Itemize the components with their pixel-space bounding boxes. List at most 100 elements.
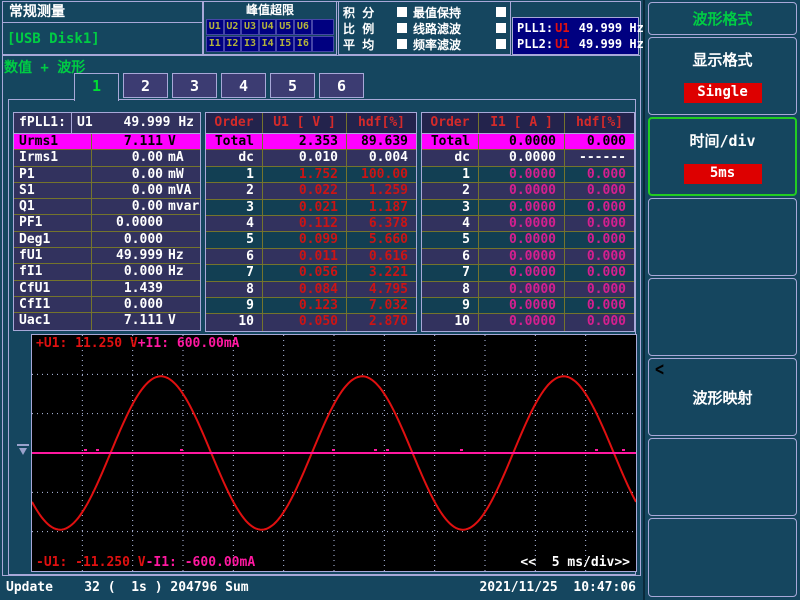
toggle-checkbox[interactable] — [397, 39, 407, 49]
order-cell: 3 — [422, 200, 478, 215]
harmonics-row: 20.0221.259 — [206, 183, 416, 199]
toggle-checkbox[interactable] — [496, 39, 506, 49]
peak-row-u: U1U2U3U4U5U6 — [206, 19, 334, 35]
harmonics-row: 50.0995.660 — [206, 232, 416, 248]
toggle-checkbox[interactable] — [496, 7, 506, 17]
meas-row: CfI10.000 — [14, 297, 200, 313]
waveform-display: +U1: 11.250 V+I1: 600.00mA -U1: -11.250 … — [31, 334, 637, 572]
toggles-left-column: 积 分比 例平 均 — [343, 4, 407, 52]
hdf-cell: 0.004 — [346, 150, 416, 165]
order-cell: 7 — [206, 265, 262, 280]
measure-options-panel: 积 分比 例平 均 最值保持线路滤波频率滤波 — [338, 1, 511, 55]
order-cell: 3 — [206, 200, 262, 215]
harmonics-table-voltage: OrderU1 [ V ]hdf[%]Total2.35389.639dc0.0… — [205, 112, 417, 332]
order-cell: dc — [422, 150, 478, 165]
hdf-cell: 0.000 — [564, 216, 634, 231]
meas-unit — [163, 232, 200, 247]
toggles-right-column: 最值保持线路滤波频率滤波 — [413, 4, 506, 52]
peak-channel-grid: U1U2U3U4U5U6I1I2I3I4I5I6 — [206, 19, 334, 52]
meas-row: fI10.000Hz — [14, 264, 200, 280]
value-cell: 0.0000 — [478, 200, 564, 215]
update-info: 32 ( 1s ) 204796 Sum — [53, 580, 249, 595]
meas-value: 0.00 — [92, 150, 163, 165]
value-cell: 0.0000 — [478, 249, 564, 264]
u1-scale-top: +U1: 11.250 V — [36, 336, 138, 351]
peak-channel-cell: U5 — [276, 19, 294, 35]
softkey-panel-1[interactable]: 显示格式Single — [648, 37, 797, 115]
meas-row: PF10.0000 — [14, 215, 200, 231]
fpll-value: 49.999 Hz — [93, 113, 200, 133]
order-cell: 4 — [206, 216, 262, 231]
sidebar-title-label: 波形格式 — [692, 8, 752, 29]
tab-4[interactable]: 4 — [221, 73, 266, 98]
value-cell: 0.0000 — [478, 314, 564, 330]
harmonics-row: 20.00000.000 — [422, 183, 634, 199]
col-hdf-header: hdf[%] — [564, 113, 634, 133]
update-status: Update 32 ( 1s ) 204796 Sum — [0, 577, 249, 600]
value-cell: 0.0000 — [478, 150, 564, 165]
topbar-divider — [2, 55, 641, 56]
softkey-panel-4[interactable] — [648, 278, 797, 356]
harmonics-row: 11.752100.00 — [206, 167, 416, 183]
toggle-checkbox[interactable] — [397, 23, 407, 33]
measurement-table-header: fPLL1: U1 49.999 Hz — [13, 112, 201, 134]
pll-name: PLL2: — [517, 36, 553, 52]
order-cell: 1 — [422, 167, 478, 182]
harmonics-row: 30.0211.187 — [206, 200, 416, 216]
meas-row: Uac17.111V — [14, 313, 200, 329]
meas-unit: mW — [163, 167, 200, 182]
order-cell: 6 — [422, 249, 478, 264]
pll-source: U1 — [555, 20, 569, 36]
meas-row: S10.00mVA — [14, 183, 200, 199]
value-cell: 0.022 — [262, 183, 346, 198]
softkey-panel-7[interactable] — [648, 518, 797, 597]
scroll-left-icon[interactable]: < — [655, 357, 664, 380]
softkey-panel-3[interactable] — [648, 198, 797, 276]
meas-name: fU1 — [14, 248, 92, 263]
toggle-row: 线路滤波 — [413, 21, 506, 35]
update-label: Update — [6, 580, 53, 595]
softkey-value-button[interactable]: 5ms — [684, 164, 762, 184]
meas-row: Irms10.00mA — [14, 150, 200, 166]
harmonics-row: 90.1237.032 — [206, 298, 416, 314]
value-cell: 0.099 — [262, 232, 346, 247]
order-cell: 2 — [422, 183, 478, 198]
toggle-checkbox[interactable] — [397, 7, 407, 17]
i1-scale-top: +I1: 600.00mA — [138, 336, 240, 351]
meas-row: fU149.999Hz — [14, 248, 200, 264]
softkey-panel-5[interactable]: <波形映射 — [648, 358, 797, 436]
peak-channel-cell: U2 — [224, 19, 242, 35]
hdf-cell: 0.000 — [564, 282, 634, 297]
tab-2[interactable]: 2 — [123, 73, 168, 98]
harmonics-row: 100.0502.870 — [206, 314, 416, 330]
softkey-panel-6[interactable] — [648, 438, 797, 516]
meas-name: Deg1 — [14, 232, 92, 247]
hdf-cell: ------ — [564, 150, 634, 165]
tab-3[interactable]: 3 — [172, 73, 217, 98]
order-cell: 7 — [422, 265, 478, 280]
meas-value: 0.000 — [92, 264, 163, 279]
meas-value: 7.111 — [92, 134, 163, 149]
softkey-value-button[interactable]: Single — [684, 83, 762, 103]
toggle-label: 频率滤波 — [413, 36, 461, 53]
tab-1[interactable]: 1 — [74, 73, 119, 101]
value-cell: 0.0000 — [478, 216, 564, 231]
col-order-header: Order — [422, 113, 478, 133]
meas-value: 7.111 — [92, 313, 163, 329]
hdf-cell: 0.000 — [564, 200, 634, 215]
value-cell: 0.056 — [262, 265, 346, 280]
toggle-row: 最值保持 — [413, 5, 506, 19]
hdf-cell: 0.000 — [564, 134, 634, 149]
meas-name: CfI1 — [14, 297, 92, 312]
toggle-label: 线路滤波 — [413, 20, 461, 37]
col-value-header: I1 [ A ] — [478, 113, 564, 133]
tab-5[interactable]: 5 — [270, 73, 315, 98]
toggle-row: 比 例 — [343, 21, 407, 35]
fpll-source: U1 — [72, 113, 93, 133]
meas-unit: Hz — [163, 264, 200, 279]
meas-name: S1 — [14, 183, 92, 198]
toggle-checkbox[interactable] — [496, 23, 506, 33]
tab-6[interactable]: 6 — [319, 73, 364, 98]
softkey-panel-2[interactable]: 时间/div5ms — [648, 117, 797, 196]
value-cell: 0.123 — [262, 298, 346, 313]
